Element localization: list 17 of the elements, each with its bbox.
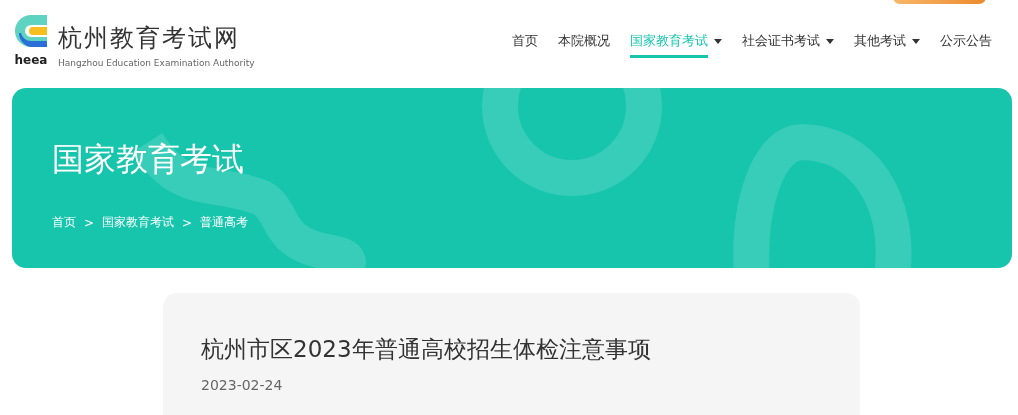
article-date: 2023-02-24 — [201, 377, 283, 393]
nav-link[interactable]: 公示公告 — [940, 31, 992, 58]
breadcrumb-separator: > — [84, 215, 95, 230]
banner-title: 国家教育考试 — [52, 139, 245, 180]
article-title: 杭州市区2023年普通高校招生体检注意事项 — [201, 335, 651, 364]
nav-link[interactable]: 本院概况 — [558, 31, 610, 58]
site-title: 杭州教育考试网 — [58, 23, 241, 54]
nav-link[interactable]: 其他考试 — [854, 31, 906, 58]
nav-link[interactable]: 社会证书考试 — [742, 31, 820, 58]
site-subtitle: Hangzhou Education Examination Authority — [58, 57, 255, 70]
caret-icon[interactable] — [714, 39, 722, 44]
caret-icon[interactable] — [826, 39, 834, 44]
logo-mark-text: heea — [14, 53, 48, 67]
breadcrumb-separator: > — [182, 215, 193, 230]
caret-icon[interactable] — [912, 39, 920, 44]
logo-icon — [13, 13, 49, 47]
nav-link[interactable]: 首页 — [512, 31, 538, 58]
